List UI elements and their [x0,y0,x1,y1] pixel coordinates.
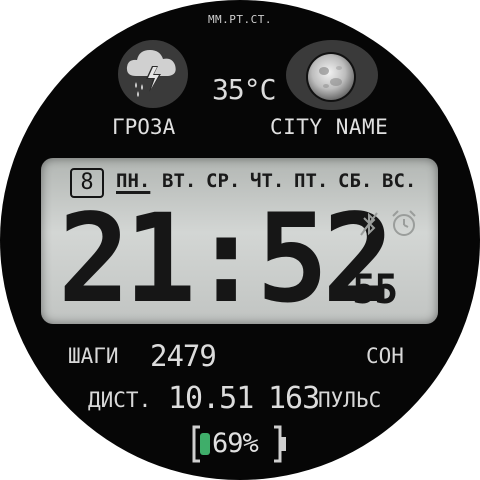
bluetooth-off-icon [360,212,378,236]
heart-rate-value: 163 [268,381,320,416]
weather-condition: ГРОЗА [112,115,176,139]
pressure-unit: ММ.РТ.СТ. [207,13,273,26]
time-display: 21:52 [58,188,394,330]
steps-label: ШАГИ [68,344,119,368]
distance-value: 10.51 [168,381,254,416]
alarm-icon [392,210,416,236]
distance-label: ДИСТ. [88,388,152,412]
battery-value: 69% [212,428,259,459]
seconds-display: 55 [352,267,398,313]
steps-value: 2479 [150,339,217,373]
temperature: 35°C [212,73,276,106]
watch-stage: ММ.РТ.СТ. 35°C ГРОЗА CITY NAME 8 ПН. ВТ.… [0,0,480,480]
thunderstorm-icon [126,50,176,97]
watch-face: ММ.РТ.СТ. 35°C ГРОЗА CITY NAME 8 ПН. ВТ.… [0,0,480,480]
moon-icon [306,52,356,102]
battery-fill [200,433,210,455]
heart-rate-label: ПУЛЬС [318,388,382,412]
sleep-label: СОН [366,344,404,368]
city-name: CITY NAME [270,115,389,139]
